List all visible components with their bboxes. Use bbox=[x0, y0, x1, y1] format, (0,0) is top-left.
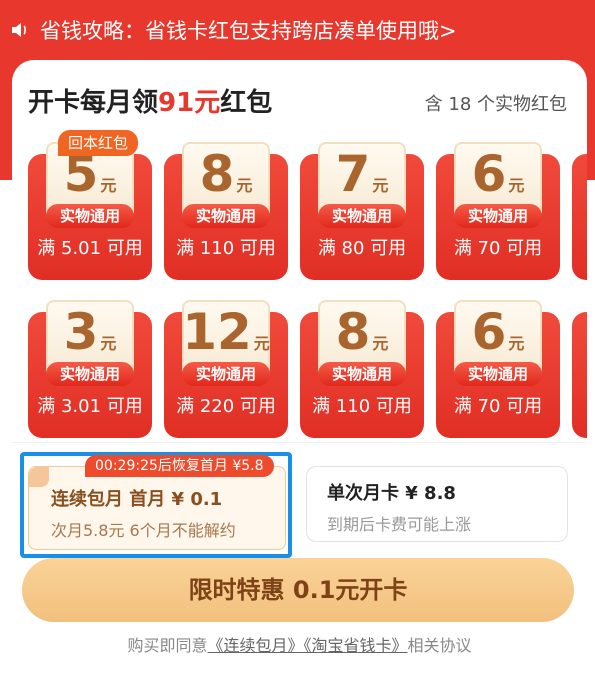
payback-badge: 回本红包 bbox=[58, 130, 139, 156]
notice-bar[interactable]: 省钱攻略：省钱卡红包支持跨店凑单使用哦> bbox=[0, 0, 595, 60]
envelope-tag: 实物通用 bbox=[318, 204, 406, 228]
red-envelope-partial bbox=[572, 142, 587, 282]
plan-monthly-selected[interactable]: 00:29:25后恢复首月 ¥5.8 连续包月 首月 ¥ 0.1 次月5.8元 … bbox=[20, 452, 292, 558]
envelope-grid: 5 元实物通用满 5.01 可用 8 元实物通用满 110 可用 7 元实物通用满 80 … bbox=[12, 130, 587, 500]
envelope-tag: 实物通用 bbox=[182, 204, 270, 228]
title-amount: 91元 bbox=[158, 88, 221, 118]
plan-monthly-title: 连续包月 首月 ¥ 0.1 bbox=[51, 489, 223, 510]
envelope-tag: 实物通用 bbox=[454, 204, 542, 228]
open-card-button[interactable]: 限时特惠 0.1元开卡 bbox=[22, 558, 574, 622]
envelope-tag: 实物通用 bbox=[318, 362, 406, 386]
envelope-condition: 满 110 可用 bbox=[176, 238, 276, 259]
envelope-count: 含 18 个实物红包 bbox=[424, 94, 567, 115]
notice-text: 省钱攻略：省钱卡红包支持跨店凑单使用哦> bbox=[40, 19, 457, 43]
envelope-value: 12 元 bbox=[182, 303, 270, 361]
envelope-condition: 满 110 可用 bbox=[312, 396, 412, 417]
envelope-value: 7元 bbox=[335, 145, 389, 203]
red-envelope[interactable]: 8 元实物通用满 110 可用 bbox=[300, 300, 424, 440]
divider bbox=[12, 442, 587, 443]
envelope-condition: 满 80 可用 bbox=[317, 238, 407, 259]
envelope-value: 6元 bbox=[471, 145, 525, 203]
envelope-tag: 实物通用 bbox=[182, 362, 270, 386]
plan-single-option[interactable]: 单次月卡 ¥ 8.8 到期后卡费可能上涨 bbox=[306, 466, 568, 542]
envelope-condition: 满 70 可用 bbox=[453, 396, 543, 417]
agreement-link-card[interactable]: 《淘宝省钱卡》 bbox=[304, 636, 408, 655]
envelope-tag: 实物通用 bbox=[46, 204, 134, 228]
envelope-value: 3元 bbox=[63, 303, 117, 361]
plan-monthly-option[interactable]: 00:29:25后恢复首月 ¥5.8 连续包月 首月 ¥ 0.1 次月5.8元 … bbox=[28, 455, 286, 550]
savings-card: 开卡每月领91元红包 含 18 个实物红包 5 元实物通用满 5.01 可用 8 元实… bbox=[12, 60, 587, 674]
plan-monthly-sub: 次月5.8元 6个月不能解约 bbox=[51, 521, 236, 540]
plan-single-sub: 到期后卡费可能上涨 bbox=[327, 515, 472, 534]
red-envelope[interactable]: 5 元实物通用满 5.01 可用 bbox=[28, 142, 152, 282]
red-envelope[interactable]: 6 元实物通用满 70 可用 bbox=[436, 300, 560, 440]
envelope-condition: 满 3.01 可用 bbox=[37, 396, 143, 417]
agreement-link-monthly[interactable]: 《连续包月》 bbox=[207, 636, 303, 655]
plan-single-title: 单次月卡 ¥ 8.8 bbox=[327, 483, 456, 504]
red-envelope[interactable]: 7 元实物通用满 80 可用 bbox=[300, 142, 424, 282]
speaker-icon bbox=[12, 23, 26, 37]
countdown-badge: 00:29:25后恢复首月 ¥5.8 bbox=[85, 455, 274, 477]
envelope-condition: 满 70 可用 bbox=[453, 238, 543, 259]
envelope-value: 8元 bbox=[335, 303, 389, 361]
red-envelope[interactable]: 8 元实物通用满 110 可用 bbox=[164, 142, 288, 282]
red-envelope[interactable]: 12 元实物通用满 220 可用 bbox=[164, 300, 288, 440]
red-envelope[interactable]: 3 元实物通用满 3.01 可用 bbox=[28, 300, 152, 440]
check-icon bbox=[29, 467, 49, 487]
page-title: 开卡每月领91元红包 bbox=[28, 88, 273, 118]
agreement-text: 购买即同意《连续包月》《淘宝省钱卡》相关协议 bbox=[127, 636, 472, 655]
red-envelope[interactable]: 6 元实物通用满 70 可用 bbox=[436, 142, 560, 282]
envelope-value: 8元 bbox=[199, 145, 253, 203]
envelope-tag: 实物通用 bbox=[454, 362, 542, 386]
red-envelope-partial bbox=[572, 300, 587, 440]
envelope-condition: 满 220 可用 bbox=[176, 396, 276, 417]
envelope-tag: 实物通用 bbox=[46, 362, 134, 386]
envelope-condition: 满 5.01 可用 bbox=[37, 238, 143, 259]
envelope-value: 6元 bbox=[471, 303, 525, 361]
